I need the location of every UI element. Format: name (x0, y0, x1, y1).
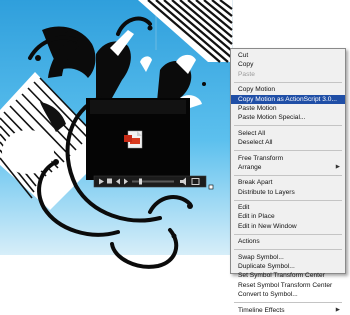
menu-item-set-symbol-transform-center[interactable]: Set Symbol Transform Center (231, 271, 345, 280)
menu-separator (234, 199, 342, 201)
stop-icon[interactable] (107, 178, 112, 184)
menu-item-edit-in-place[interactable]: Edit in Place (231, 212, 345, 221)
menu-item-paste-motion[interactable]: Paste Motion (231, 104, 345, 113)
menu-separator (234, 125, 342, 127)
menu-item-cut[interactable]: Cut (231, 51, 345, 60)
menu-item-label: Deselect All (238, 139, 273, 147)
menu-separator (234, 249, 342, 251)
menu-item-label: Convert to Symbol... (238, 291, 298, 299)
menu-item-label: Paste Motion Special... (238, 114, 306, 122)
menu-item-copy[interactable]: Copy (231, 60, 345, 69)
context-menu: Cut Copy Paste Copy Motion Copy Motion as Ac… (230, 48, 346, 314)
symbol-registration-point (208, 184, 214, 190)
menu-item-label: Distribute to Layers (238, 188, 295, 196)
menu-item-label: Edit in New Window (238, 222, 297, 230)
menu-item-distribute-to-layers[interactable]: Distribute to Layers (231, 188, 345, 197)
menu-item-label: Timeline Effects (238, 306, 285, 314)
menu-item-label: Break Apart (238, 179, 273, 187)
menu-item-label: Swap Symbol... (238, 253, 284, 261)
video-player-top (90, 100, 186, 114)
menu-separator (234, 174, 342, 176)
menu-separator (234, 233, 342, 235)
menu-item-arrange[interactable]: Arrange ▶ (231, 163, 345, 172)
menu-item-copy-motion-as3[interactable]: Copy Motion as ActionScript 3.0... (231, 94, 345, 104)
menu-item-label: Arrange (238, 163, 262, 171)
menu-item-label: Duplicate Symbol... (238, 263, 295, 271)
menu-item-label: Set Symbol Transform Center (238, 272, 325, 280)
menu-item-label: Free Transform (238, 154, 284, 162)
menu-item-label: Edit (238, 204, 250, 212)
menu-item-reset-symbol-transform-center[interactable]: Reset Symbol Transform Center (231, 281, 345, 290)
menu-item-label: Copy Motion as ActionScript 3.0... (238, 95, 337, 103)
submenu-arrow-icon: ▶ (335, 306, 340, 313)
menu-item-label: Paste (238, 70, 255, 78)
menu-item-label: Paste Motion (238, 104, 277, 112)
menu-separator (234, 150, 342, 152)
menu-item-break-apart[interactable]: Break Apart (231, 178, 345, 187)
menu-item-label: Copy (238, 61, 254, 69)
seek-handle[interactable] (139, 178, 142, 185)
menu-item-label: Actions (238, 238, 260, 246)
menu-item-swap-symbol[interactable]: Swap Symbol... (231, 253, 345, 262)
seek-bar[interactable] (132, 180, 174, 183)
menu-item-label: Edit in Place (238, 213, 275, 221)
menu-item-copy-motion[interactable]: Copy Motion (231, 85, 345, 94)
submenu-arrow-icon: ▶ (335, 163, 340, 170)
menu-separator (234, 81, 342, 83)
menu-item-convert-to-symbol[interactable]: Convert to Symbol... (231, 290, 345, 299)
menu-item-edit[interactable]: Edit (231, 203, 345, 212)
menu-item-duplicate-symbol[interactable]: Duplicate Symbol... (231, 262, 345, 271)
menu-item-paste-motion-special[interactable]: Paste Motion Special... (231, 113, 345, 122)
menu-item-edit-in-new-window[interactable]: Edit in New Window (231, 222, 345, 231)
menu-item-deselect-all[interactable]: Deselect All (231, 138, 345, 147)
menu-item-label: Copy Motion (238, 86, 276, 94)
menu-item-timeline-effects[interactable]: Timeline Effects ▶ (231, 306, 345, 315)
menu-item-actions[interactable]: Actions (231, 237, 345, 246)
menu-separator (234, 302, 342, 304)
menu-item-free-transform[interactable]: Free Transform (231, 154, 345, 163)
menu-item-label: Cut (238, 52, 249, 59)
menu-item-paste: Paste (231, 70, 345, 79)
menu-item-select-all[interactable]: Select All (231, 129, 345, 138)
menu-item-label: Select All (238, 129, 266, 137)
